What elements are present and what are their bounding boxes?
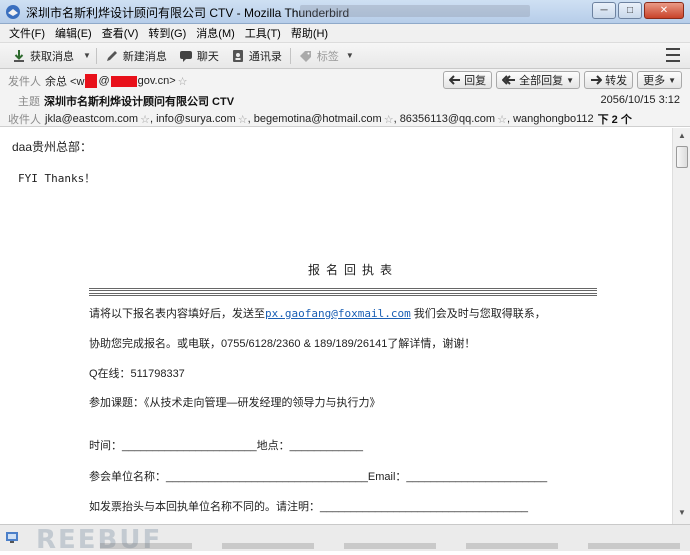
tag-icon (299, 50, 311, 62)
scroll-up-icon[interactable]: ▲ (676, 131, 688, 143)
more-dropdown-icon: ▼ (668, 75, 676, 85)
from-row: 发件人 余总 <w @ gov.cn> ☆ (8, 73, 188, 89)
subject-label: 主题 (18, 96, 40, 108)
fyi-text: FYI Thanks！ (18, 172, 96, 185)
chat-bubble-icon (179, 50, 192, 62)
redaction-mark (110, 75, 137, 87)
download-icon (14, 49, 24, 62)
forward-label: 转发 (605, 75, 628, 87)
online-status-icon[interactable] (5, 530, 19, 544)
instruction-line-2: 协助您完成报名。或电联，0755/6128/2360 & 189/189/261… (89, 338, 476, 350)
menu-help[interactable]: 帮助(H) (286, 25, 333, 41)
reply-button[interactable]: 回复 (443, 71, 493, 89)
tag-button[interactable]: 标签 ▼ (293, 46, 363, 66)
chat-button[interactable]: 聊天 (173, 46, 225, 66)
address-book-icon (232, 49, 243, 62)
star-icon[interactable]: ☆ (238, 113, 248, 126)
reply-all-label: 全部回复 (519, 75, 564, 87)
greeting-text: daa贵州总部： (12, 140, 93, 154)
forward-arrow-icon (591, 75, 603, 85)
recipient[interactable]: 86356113@qq.com (400, 113, 495, 125)
address-book-label: 通讯录 (248, 50, 282, 63)
double-rule-divider (89, 288, 597, 296)
forward-button[interactable]: 转发 (584, 71, 634, 89)
menu-message[interactable]: 消息(M) (191, 25, 240, 41)
get-mail-button[interactable]: 获取消息 (6, 46, 80, 66)
main-toolbar: 获取消息 ▼ 新建消息 聊天 通讯录 标签 ▼ (0, 43, 690, 69)
star-icon[interactable]: ☆ (497, 113, 507, 126)
star-icon[interactable]: ☆ (178, 75, 188, 88)
menu-bar: 文件(F) 编辑(E) 查看(V) 转到(G) 消息(M) 工具(T) 帮助(H… (0, 24, 690, 43)
reply-arrow-icon (449, 75, 461, 85)
time-place-line: 时间：______________________地点：____________ (89, 440, 364, 452)
tag-label: 标签 (316, 50, 339, 63)
recipient[interactable]: wanghongbo112 (513, 113, 594, 125)
to-row: 收件人 jkla@eastcom.com ☆, info@surya.com ☆, … (8, 111, 632, 127)
thunderbird-app-icon (6, 5, 20, 19)
instruction-text: 我们会及时与您取得联系， (410, 308, 546, 320)
course-line: 参加课题：《从技术走向管理—研发经理的领导力与执行力》 (89, 397, 381, 409)
vertical-scrollbar[interactable]: ▲ ▼ (672, 128, 690, 524)
qq-line: Q在线：511798337 (89, 368, 185, 380)
instruction-text: 请将以下报名表内容填好后，发送至 (89, 308, 265, 320)
window-titlebar: 深圳市名斯利烨设计顾问有限公司 CTV - Mozilla Thunderbir… (0, 0, 690, 24)
background-window-ghost (300, 5, 530, 17)
write-button[interactable]: 新建消息 (99, 46, 173, 66)
invoice-line: 如发票抬头与本回执单位名称不同的。请注明：___________________… (89, 501, 528, 513)
from-name[interactable]: 余总 <w (45, 73, 84, 89)
scroll-down-icon[interactable]: ▼ (676, 508, 688, 520)
chat-label: 聊天 (196, 50, 219, 63)
maximize-button[interactable]: □ (618, 2, 642, 19)
email-link[interactable]: px.gaofang@foxmail.com (265, 307, 411, 320)
scrollbar-thumb[interactable] (676, 146, 688, 168)
reply-all-arrow-icon (502, 75, 516, 85)
from-at: @ (98, 75, 110, 87)
redaction-mark (85, 74, 98, 88)
to-label: 收件人 (8, 114, 41, 126)
minimize-button[interactable]: ─ (592, 2, 616, 19)
message-body: daa贵州总部： FYI Thanks！ 报名回执表 请将以下报名表内容填好后，… (0, 128, 672, 524)
menu-edit[interactable]: 编辑(E) (50, 25, 97, 41)
more-recipients-link[interactable]: 下 2 个 (598, 111, 632, 127)
subject-row: 主题 深圳市名斯利烨设计顾问有限公司 CTV (18, 93, 234, 109)
tag-dropdown-icon: ▼ (345, 51, 354, 60)
reply-all-button[interactable]: 全部回复 ▼ (496, 71, 581, 89)
reply-label: 回复 (464, 75, 487, 87)
message-header: 发件人 余总 <w @ gov.cn> ☆ 主题 深圳市名斯利烨设计顾问有限公司… (0, 69, 690, 127)
recipient[interactable]: begemotina@hotmail.com (254, 113, 382, 125)
from-label: 发件人 (8, 76, 41, 88)
company-email-line: 参会单位名称：_________________________________… (89, 471, 548, 483)
get-mail-dropdown-icon[interactable]: ▼ (80, 51, 94, 60)
toolbar-divider (95, 47, 97, 64)
address-book-button[interactable]: 通讯录 (225, 46, 288, 66)
write-label: 新建消息 (122, 50, 167, 63)
pencil-icon (106, 50, 117, 61)
instruction-line-1: 请将以下报名表内容填好后，发送至px.gaofang@foxmail.com 我… (89, 305, 546, 321)
star-icon[interactable]: ☆ (384, 113, 394, 126)
window-controls: ─ □ ✕ (592, 2, 684, 19)
toolbar-divider (289, 47, 291, 64)
app-menu-icon[interactable] (666, 48, 680, 62)
header-actions: 回复 全部回复 ▼ 转发 更多 ▼ (443, 71, 682, 89)
menu-go[interactable]: 转到(G) (143, 25, 191, 41)
message-date: 2056/10/15 3:12 (600, 94, 680, 106)
more-button[interactable]: 更多 ▼ (637, 71, 682, 89)
background-list-ghost (100, 543, 680, 551)
from-domain: gov.cn> (137, 75, 176, 87)
form-title: 报名回执表 (308, 263, 399, 277)
star-icon[interactable]: ☆ (140, 113, 150, 126)
menu-tools[interactable]: 工具(T) (240, 25, 286, 41)
reply-all-dropdown-icon[interactable]: ▼ (566, 76, 574, 85)
recipient[interactable]: info@surya.com (156, 113, 236, 125)
status-bar: REEBUF (0, 524, 690, 555)
subject-value: 深圳市名斯利烨设计顾问有限公司 CTV (44, 96, 235, 108)
get-mail-label: 获取消息 (30, 50, 74, 63)
menu-view[interactable]: 查看(V) (97, 25, 144, 41)
more-label: 更多 (643, 75, 666, 87)
menu-file[interactable]: 文件(F) (4, 25, 50, 41)
close-button[interactable]: ✕ (644, 2, 684, 19)
recipient[interactable]: jkla@eastcom.com (45, 113, 138, 125)
